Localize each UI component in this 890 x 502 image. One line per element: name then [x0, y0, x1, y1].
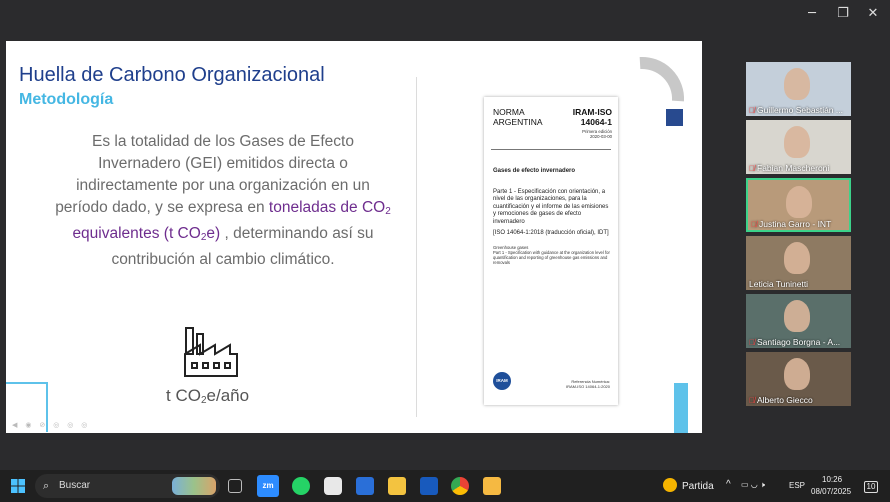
- participant-name: 🎙̸ Justina Garro - INT: [751, 219, 831, 229]
- doc-part: Parte 1 - Especificación con orientación…: [493, 189, 609, 225]
- participant-name-text: Justina Garro - INT: [759, 219, 832, 229]
- zoom-app-icon[interactable]: zm: [257, 475, 279, 497]
- search-highlight-image: [172, 477, 216, 495]
- participant-video: [784, 68, 810, 100]
- file-explorer-icon[interactable]: [388, 477, 406, 495]
- language-indicator[interactable]: ESP: [789, 481, 805, 490]
- muted-mic-icon: 🎙̸: [749, 338, 755, 347]
- doc-edition: Primera edición 2020-03-00: [582, 129, 612, 139]
- muted-mic-icon: 🎙̸: [751, 220, 757, 229]
- participant-name: Leticia Tuninetti: [749, 279, 808, 289]
- factory-icon: [184, 327, 238, 377]
- shared-slide: Huella de Carbono Organizacional Metodol…: [6, 41, 702, 433]
- weather-label[interactable]: Partida: [682, 481, 714, 492]
- participant-name-text: Fabian Mascheroni: [757, 163, 830, 173]
- participant-video: [784, 300, 810, 332]
- chrome-icon[interactable]: [451, 477, 469, 495]
- app-icon[interactable]: [324, 477, 342, 495]
- participant-video: [786, 186, 812, 218]
- participant-name: 🎙̸ Santiago Borgna - A...: [749, 337, 840, 347]
- doc-heading: Gases de efecto invernadero: [493, 168, 576, 174]
- emission-unit: t CO2e/año: [166, 386, 250, 406]
- participant-tile[interactable]: 🎙̸ Fabian Mascheroni: [746, 120, 851, 174]
- participant-name-text: Leticia Tuninetti: [749, 279, 809, 289]
- search-icon: ⌕: [43, 480, 50, 492]
- participant-name-text: Guillermo Sebastián ...: [757, 105, 843, 115]
- tray-chevron-icon[interactable]: ^: [726, 479, 731, 490]
- participant-tile[interactable]: 🎙̸ Justina Garro - INT: [746, 178, 851, 232]
- tray-icons[interactable]: ▭ ◡ 🕨: [741, 480, 765, 490]
- participant-tile[interactable]: 🎙̸ Guillermo Sebastián ...: [746, 62, 851, 116]
- muted-mic-icon: 🎙̸: [749, 164, 755, 173]
- close-button[interactable]: ✕: [858, 6, 888, 21]
- taskbar: ⌕ Buscar zm Partida ^ ▭ ◡ 🕨 ESP 10:26 08…: [0, 470, 890, 502]
- participant-name-text: Alberto Giecco: [757, 395, 813, 405]
- decorative-square: [666, 109, 683, 126]
- slide-title: Huella de Carbono Organizacional: [19, 64, 325, 86]
- task-view-icon[interactable]: [228, 479, 242, 493]
- divider: [416, 77, 417, 417]
- doc-rule: [491, 149, 611, 150]
- muted-mic-icon: 🎙̸: [749, 106, 755, 115]
- muted-mic-icon: 🎙̸: [749, 396, 755, 405]
- iram-logo: IRAM: [493, 372, 511, 390]
- clock-time[interactable]: 10:26: [822, 475, 842, 484]
- app-icon[interactable]: [483, 477, 501, 495]
- participant-video: [784, 126, 810, 158]
- slide-subtitle: Metodología: [19, 91, 114, 108]
- minimize-button[interactable]: ─: [797, 6, 827, 21]
- clock-date[interactable]: 08/07/2025: [811, 487, 851, 496]
- taskbar-search[interactable]: ⌕ Buscar: [35, 474, 220, 498]
- standard-document: NORMA ARGENTINA IRAM-ISO 14064-1 Primera e…: [484, 97, 618, 405]
- participant-video: [784, 242, 810, 274]
- windows-start-icon[interactable]: [11, 479, 25, 493]
- whatsapp-icon[interactable]: [292, 477, 310, 495]
- participant-tile[interactable]: Leticia Tuninetti: [746, 236, 851, 290]
- participant-name: 🎙̸ Alberto Giecco: [749, 395, 813, 405]
- participant-name: 🎙̸ Fabian Mascheroni: [749, 163, 829, 173]
- weather-icon[interactable]: [663, 478, 677, 492]
- doc-en-part: Part 1 - Specification with guidance at …: [493, 250, 610, 265]
- presentation-controls[interactable]: ◀ ◉ ⊘ ◎ ◎ ◎: [12, 421, 90, 429]
- search-placeholder: Buscar: [59, 480, 91, 491]
- doc-code: IRAM-ISO 14064-1: [572, 107, 612, 127]
- doc-norma: NORMA ARGENTINA: [493, 107, 543, 127]
- slide-body: Es la totalidad de los Gases de Efecto I…: [50, 131, 396, 271]
- notification-badge[interactable]: 10: [864, 481, 878, 493]
- decorative-arc: [639, 56, 685, 102]
- participant-name-text: Santiago Borgna - A...: [757, 337, 841, 347]
- participant-name: 🎙̸ Guillermo Sebastián ...: [749, 105, 843, 115]
- doc-reference: Referencia Numérica: IRAM-ISO 14064-1:202…: [565, 379, 610, 389]
- word-icon[interactable]: [420, 477, 438, 495]
- participant-video: [784, 358, 810, 390]
- participant-tile[interactable]: 🎙̸ Santiago Borgna - A...: [746, 294, 851, 348]
- participant-tile[interactable]: 🎙̸ Alberto Giecco: [746, 352, 851, 406]
- meeting-window: ─ ❐ ✕ Huella de Carbono Organizacional M…: [0, 0, 890, 470]
- decorative-bar: [674, 383, 688, 433]
- restore-button[interactable]: ❐: [828, 6, 858, 21]
- doc-iso-ref: [ISO 14064-1:2018 (traducción oficial), …: [493, 230, 609, 236]
- app-icon[interactable]: [356, 477, 374, 495]
